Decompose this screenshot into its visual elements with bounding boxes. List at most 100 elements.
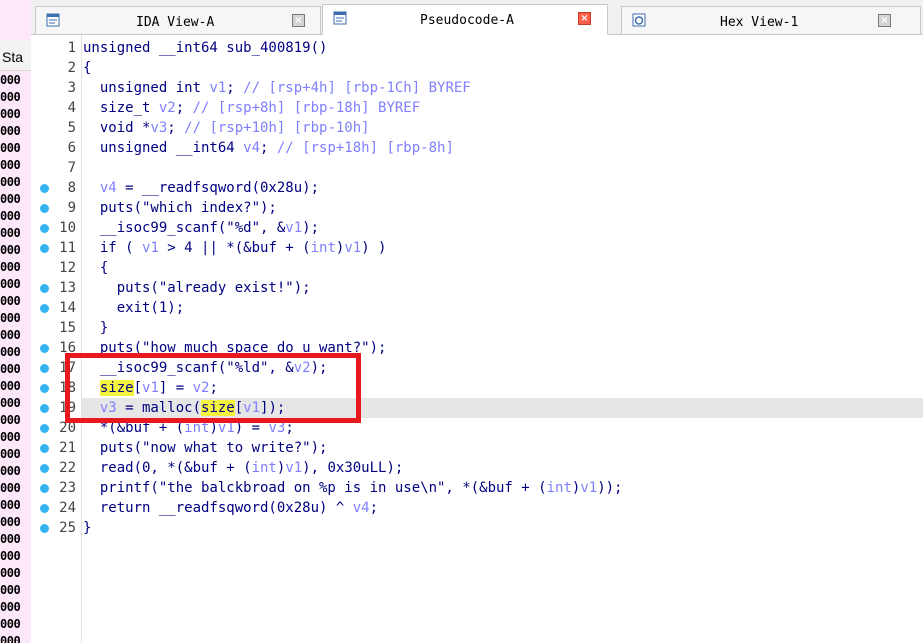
breakpoint-marker-icon[interactable] [40, 444, 49, 453]
code-line[interactable]: { [83, 58, 91, 78]
line-number: 12 [59, 260, 76, 276]
code-line[interactable]: puts("which index?"); [83, 198, 277, 218]
tab-pseudocode-label: Pseudocode-A [420, 13, 514, 28]
code-line[interactable]: } [83, 318, 108, 338]
tab-pseudocode[interactable]: Pseudocode-A × [322, 4, 608, 35]
line-number: 9 [67, 200, 76, 216]
close-icon[interactable]: × [292, 14, 305, 27]
breakpoint-marker-icon[interactable] [40, 224, 49, 233]
address-cell: 000 [0, 124, 21, 138]
breakpoint-marker-icon[interactable] [40, 504, 49, 513]
tab-hex-view[interactable]: Hex View-1 × [621, 6, 921, 34]
address-cell: 000 [0, 209, 21, 223]
address-cell: 000 [0, 294, 21, 308]
breakpoint-marker-icon[interactable] [40, 364, 49, 373]
code-line[interactable]: if ( v1 > 4 || *(&buf + (int)v1) ) [83, 238, 387, 258]
line-number: 1 [67, 40, 76, 56]
address-cell: 000 [0, 107, 21, 121]
line-number: 25 [59, 520, 76, 536]
address-cell: 000 [0, 362, 21, 376]
address-cell: 000 [0, 328, 21, 342]
code-line[interactable]: exit(1); [83, 298, 184, 318]
code-line[interactable]: unsigned int v1; // [rsp+4h] [rbp-1Ch] B… [83, 78, 471, 98]
close-icon[interactable]: × [878, 14, 891, 27]
address-cell: 000 [0, 498, 21, 512]
line-number: 7 [67, 160, 76, 176]
code-line[interactable]: { [83, 258, 108, 278]
address-cell: 000 [0, 481, 21, 495]
address-cell: 000 [0, 430, 21, 444]
breakpoint-marker-icon[interactable] [40, 244, 49, 253]
address-cell: 000 [0, 141, 21, 155]
code-line[interactable]: __isoc99_scanf("%d", &v1); [83, 218, 319, 238]
address-cell: 000 [0, 566, 21, 580]
address-cell: 000 [0, 90, 21, 104]
code-line[interactable]: void *v3; // [rsp+10h] [rbp-10h] [83, 118, 370, 138]
breakpoint-marker-icon[interactable] [40, 424, 49, 433]
address-cell: 000 [0, 226, 21, 240]
line-number: 14 [59, 300, 76, 316]
pseudocode-editor[interactable]: 1 2 3 4 5 6 7 8 9 10 11 12 13 14 15 16 17 18 19 20 21 22 23 24 2… [31, 35, 923, 643]
code-line[interactable]: puts("now what to write?"); [83, 438, 328, 458]
address-cell: 000 [0, 243, 21, 257]
tab-ida-view[interactable]: IDA View-A × [35, 6, 321, 34]
code-line[interactable]: read(0, *(&buf + (int)v1), 0x30uLL); [83, 458, 403, 478]
breakpoint-marker-icon[interactable] [40, 484, 49, 493]
line-number: 10 [59, 220, 76, 236]
address-cell: 000 [0, 464, 21, 478]
address-cell: 000 [0, 379, 21, 393]
pseudocode-icon [333, 11, 347, 25]
address-cell: 000 [0, 158, 21, 172]
address-cell: 000 [0, 634, 21, 643]
line-number: 11 [59, 240, 76, 256]
address-cell: 000 [0, 175, 21, 189]
address-cell: 000 [0, 311, 21, 325]
breakpoint-marker-icon[interactable] [40, 204, 49, 213]
address-cell: 000 [0, 345, 21, 359]
line-number: 21 [59, 440, 76, 456]
address-cell: 000 [0, 277, 21, 291]
address-cell: 000 [0, 447, 21, 461]
address-cell: 000 [0, 515, 21, 529]
code-line[interactable]: puts("already exist!"); [83, 278, 311, 298]
line-number: 5 [67, 120, 76, 136]
breakpoint-marker-icon[interactable] [40, 184, 49, 193]
address-cell: 000 [0, 192, 21, 206]
tab-ida-view-label: IDA View-A [136, 15, 215, 30]
line-number: 8 [67, 180, 76, 196]
tab-bar: IDA View-A × Pseudocode-A × Hex View-1 × [31, 0, 923, 35]
address-cell: 000 [0, 413, 21, 427]
address-cell: 000 [0, 549, 21, 563]
breakpoint-marker-icon[interactable] [40, 384, 49, 393]
line-number-gutter: 1 2 3 4 5 6 7 8 9 10 11 12 13 14 15 16 17 18 19 20 21 22 23 24 2… [31, 35, 82, 643]
address-cell: 000 [0, 396, 21, 410]
line-number: 6 [67, 140, 76, 156]
code-line[interactable]: printf("the balckbroad on %p is in use\n… [83, 478, 623, 498]
left-panel-header[interactable]: Sta [0, 40, 31, 71]
tab-hex-view-label: Hex View-1 [720, 15, 799, 30]
breakpoint-marker-icon[interactable] [40, 404, 49, 413]
line-number: 13 [59, 280, 76, 296]
line-number: 4 [67, 100, 76, 116]
close-icon[interactable]: × [578, 12, 591, 25]
line-number: 15 [59, 320, 76, 336]
line-number: 2 [67, 60, 76, 76]
address-cell: 000 [0, 260, 21, 274]
left-panel: Sta 000 000 000 000 000 000 000 000 000 000 000 000… [0, 0, 32, 643]
breakpoint-marker-icon[interactable] [40, 524, 49, 533]
address-cell: 000 [0, 583, 21, 597]
breakpoint-marker-icon[interactable] [40, 344, 49, 353]
code-line[interactable]: unsigned __int64 v4; // [rsp+18h] [rbp-8… [83, 138, 454, 158]
code-line[interactable]: unsigned __int64 sub_400819() [83, 38, 327, 58]
hex-view-icon [632, 13, 646, 27]
line-number: 22 [59, 460, 76, 476]
breakpoint-marker-icon[interactable] [40, 284, 49, 293]
breakpoint-marker-icon[interactable] [40, 464, 49, 473]
address-cell: 000 [0, 600, 21, 614]
line-number: 23 [59, 480, 76, 496]
code-line[interactable]: size_t v2; // [rsp+8h] [rbp-18h] BYREF [83, 98, 420, 118]
code-line[interactable]: } [83, 518, 91, 538]
code-line[interactable]: v4 = __readfsqword(0x28u); [83, 178, 319, 198]
breakpoint-marker-icon[interactable] [40, 304, 49, 313]
code-line[interactable]: return __readfsqword(0x28u) ^ v4; [83, 498, 378, 518]
